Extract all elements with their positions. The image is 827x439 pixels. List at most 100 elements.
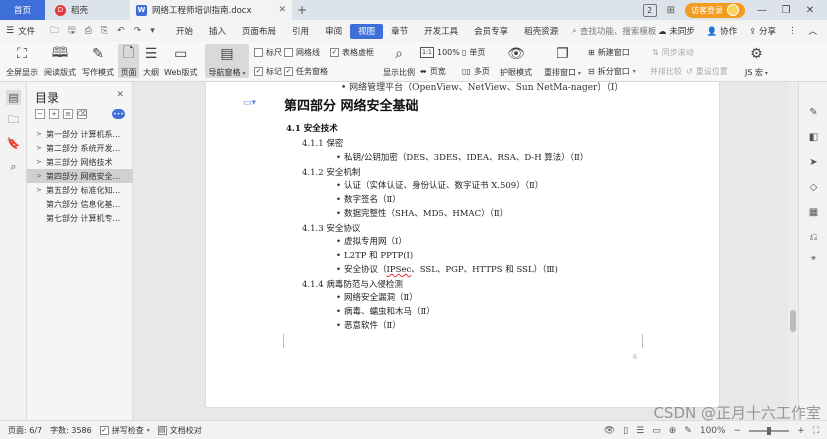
zoom-100-button[interactable]: 1:1 100%: [420, 47, 460, 58]
page-badge[interactable]: 2: [642, 3, 657, 17]
redo-icon[interactable]: ↷: [134, 26, 142, 36]
menu-layout[interactable]: 页面布局: [234, 24, 284, 39]
zoom-slider[interactable]: [749, 426, 790, 435]
restore-icon[interactable]: ❐: [779, 5, 793, 16]
chapter-icon[interactable]: 🗀: [6, 113, 21, 128]
web-view-button[interactable]: ▭ Web版式: [164, 44, 197, 78]
writing-mode-button[interactable]: ✎ 写作模式: [82, 44, 114, 78]
new-window-button[interactable]: ⊞ 新建窗口: [588, 47, 630, 58]
sync-status[interactable]: ☁ 未同步: [658, 25, 695, 37]
page-view-button[interactable]: 🗋 页面: [118, 44, 139, 78]
pen-mode-icon[interactable]: ✎: [684, 426, 692, 436]
apps-grid-icon[interactable]: ⊞: [667, 5, 675, 16]
new-tab-icon[interactable]: +: [297, 3, 307, 17]
fit-window-icon[interactable]: ⛶: [813, 426, 819, 436]
web-view-icon[interactable]: ⊕: [669, 426, 677, 436]
collab-button[interactable]: 👤 协作: [707, 25, 737, 37]
marks-checkbox[interactable]: ✓ 标记: [254, 66, 282, 77]
tab-docer[interactable]: D 稻壳: [47, 0, 129, 20]
folder-icon[interactable]: 🗀: [50, 23, 59, 39]
reset-position-button[interactable]: ↺ 重设位置: [686, 66, 728, 77]
ruler-checkbox[interactable]: 标尺: [254, 47, 282, 58]
shape-icon[interactable]: ◇: [807, 181, 820, 194]
preview-icon[interactable]: ⎘: [101, 26, 108, 36]
zoom-in-icon[interactable]: +: [797, 426, 805, 436]
share-button[interactable]: ⇪ 分享: [749, 25, 776, 37]
sync-scroll-button[interactable]: ⇅ 同步滚动: [652, 47, 694, 58]
level-icon[interactable]: ≡: [63, 109, 73, 119]
file-menu[interactable]: ☰ 文件: [0, 25, 50, 37]
close-window-icon[interactable]: ✕: [803, 5, 817, 16]
gridlines-checkbox[interactable]: 网格线: [284, 47, 320, 58]
outline-item-part7[interactable]: 第七部分 计算机专...: [27, 211, 133, 225]
table-border-checkbox[interactable]: ✓ 表格虚框: [330, 47, 374, 58]
bookmark-icon[interactable]: 🔖: [6, 136, 21, 151]
split-window-button[interactable]: ⊟ 拆分窗口 ▾: [588, 66, 636, 77]
outline-item-part5[interactable]: > 第五部分 标准化知...: [27, 183, 133, 197]
vertical-scrollbar[interactable]: [788, 82, 798, 420]
tab-home[interactable]: 首页: [0, 0, 45, 20]
toc-icon[interactable]: ▤: [6, 90, 21, 105]
outline-item-part6[interactable]: 第六部分 信息化基...: [27, 197, 133, 211]
save-icon[interactable]: 🖫: [68, 23, 76, 39]
zoom-slider-knob[interactable]: [767, 426, 772, 435]
rearrange-window-button[interactable]: ❐ 重排窗口 ▾: [544, 44, 581, 78]
nav-pane-button[interactable]: ▤ 导航窗格 ▾: [205, 44, 249, 78]
menu-insert[interactable]: 插入: [201, 24, 234, 39]
outline-view-button[interactable]: ☰ 大纲: [141, 44, 161, 78]
menu-member[interactable]: 会员专享: [466, 24, 516, 39]
expand-all-icon[interactable]: +: [49, 109, 59, 119]
side-compare-button[interactable]: 并排比较: [650, 66, 682, 77]
spell-check-button[interactable]: ✓ 拼写检查 ▾: [99, 425, 150, 436]
outline-item-part3[interactable]: > 第三部分 网络技术: [27, 155, 133, 169]
zoom-level[interactable]: 100%: [700, 426, 726, 436]
collapse-ribbon-icon[interactable]: ︿: [808, 25, 817, 37]
paragraph-handle-icon[interactable]: ▭▾: [243, 98, 256, 108]
outline-view-icon[interactable]: ☰: [636, 426, 644, 436]
menu-developer[interactable]: 开发工具: [416, 24, 466, 39]
menu-start[interactable]: 开始: [168, 24, 201, 39]
ai-badge-icon[interactable]: •••: [112, 109, 125, 119]
close-tab-icon[interactable]: ✕: [278, 5, 286, 15]
page-width-button[interactable]: ⬌ 页宽: [420, 66, 446, 77]
guest-login-button[interactable]: 访客登录: [685, 2, 745, 18]
scroll-thumb[interactable]: [790, 310, 796, 332]
menu-review[interactable]: 审阅: [317, 24, 350, 39]
edit-icon[interactable]: ✎: [807, 106, 820, 119]
collapse-all-icon[interactable]: −: [35, 109, 45, 119]
multi-page-button[interactable]: ▯▯ 多页: [462, 66, 490, 77]
location-icon[interactable]: ⌖: [807, 252, 820, 265]
reading-mode-button[interactable]: 🕮 阅读版式: [44, 44, 76, 78]
style-icon[interactable]: ◧: [807, 131, 820, 144]
tab-document[interactable]: W 网络工程师培训指南.docx ✕: [130, 0, 292, 20]
spelling-error-text[interactable]: IPSec: [387, 265, 412, 275]
page-view-icon[interactable]: ▯: [623, 426, 628, 436]
document-area[interactable]: • 网络管理平台（OpenView、NetView、Sun NetMa-nage…: [133, 82, 788, 420]
outline-item-part1[interactable]: > 第一部分 计算机系...: [27, 127, 133, 141]
more-menu-icon[interactable]: ⋮: [788, 26, 797, 36]
layout-icon[interactable]: ▦: [807, 206, 820, 219]
menu-docer-resources[interactable]: 稻壳资源: [516, 24, 566, 39]
js-macro-button[interactable]: ⚙ JS 宏 ▾: [745, 44, 768, 78]
undo-icon[interactable]: ↶: [117, 26, 125, 36]
zoom-out-icon[interactable]: −: [734, 426, 742, 436]
menu-view[interactable]: 视图: [350, 23, 384, 39]
eye-protection-icon[interactable]: 👁: [604, 426, 615, 436]
outline-item-part4[interactable]: > 第四部分 网络安全...: [27, 169, 133, 183]
page-indicator[interactable]: 页面: 6/7: [8, 425, 42, 436]
backup-icon[interactable]: ⎌: [807, 231, 820, 244]
task-pane-checkbox[interactable]: ✓ 任务窗格: [284, 66, 328, 77]
document-page[interactable]: • 网络管理平台（OpenView、NetView、Sun NetMa-nage…: [206, 82, 719, 407]
minimize-icon[interactable]: —: [755, 5, 769, 16]
select-icon[interactable]: ➤: [807, 156, 820, 169]
menu-chapter[interactable]: 章节: [383, 24, 416, 39]
word-count[interactable]: 字数: 3586: [50, 425, 92, 436]
eye-mode-button[interactable]: 👁 护眼模式: [500, 44, 532, 78]
read-view-icon[interactable]: ▭: [652, 426, 661, 436]
close-pane-icon[interactable]: ✕: [116, 90, 124, 100]
outline-item-part2[interactable]: > 第二部分 系统开发...: [27, 141, 133, 155]
feature-search[interactable]: ⌕ 查找功能、搜索模板: [572, 25, 656, 37]
more-icon[interactable]: ▾: [150, 26, 155, 36]
print-icon[interactable]: ⎙: [85, 26, 92, 36]
search-pane-icon[interactable]: ⌕: [6, 159, 21, 174]
